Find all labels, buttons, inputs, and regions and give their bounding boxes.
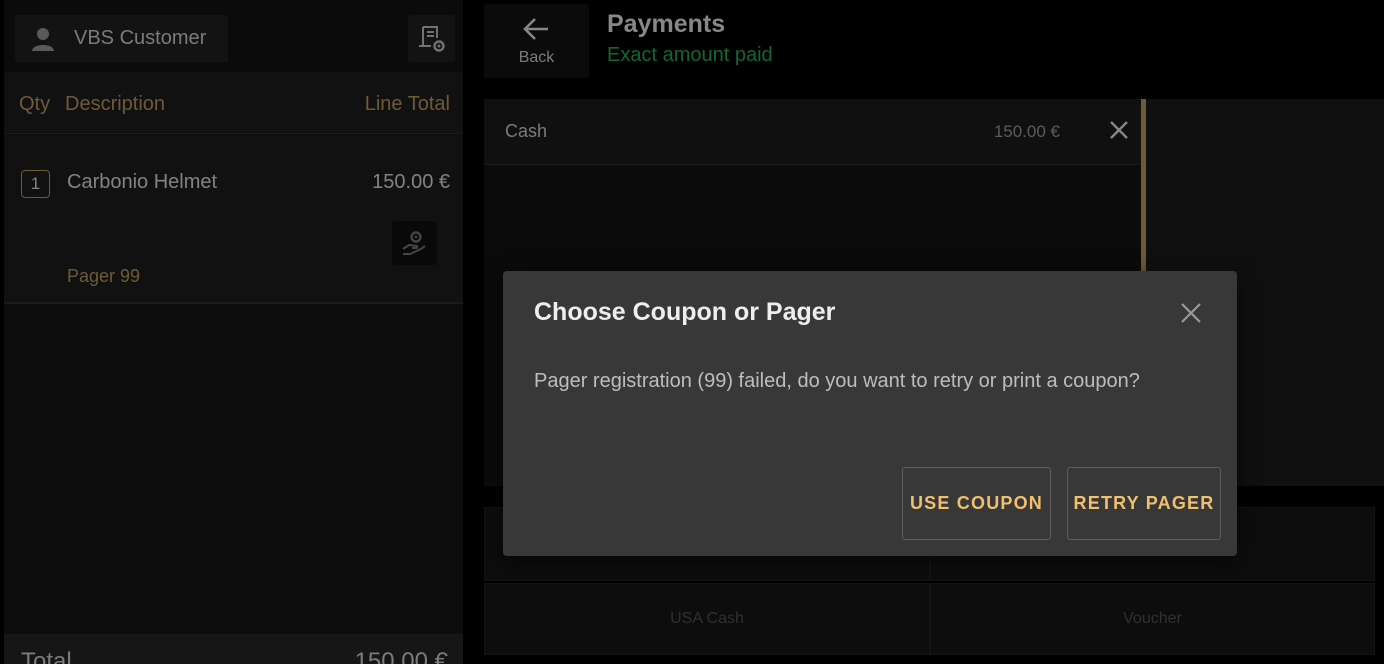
dialog-message: Pager registration (99) failed, do you w…: [534, 370, 1140, 392]
use-coupon-button[interactable]: USE COUPON: [902, 467, 1051, 540]
close-icon[interactable]: [1180, 302, 1202, 324]
dialog-title: Choose Coupon or Pager: [534, 298, 836, 326]
coupon-pager-dialog: Choose Coupon or Pager Pager registratio…: [503, 271, 1237, 556]
retry-pager-button[interactable]: RETRY PAGER: [1067, 467, 1221, 540]
